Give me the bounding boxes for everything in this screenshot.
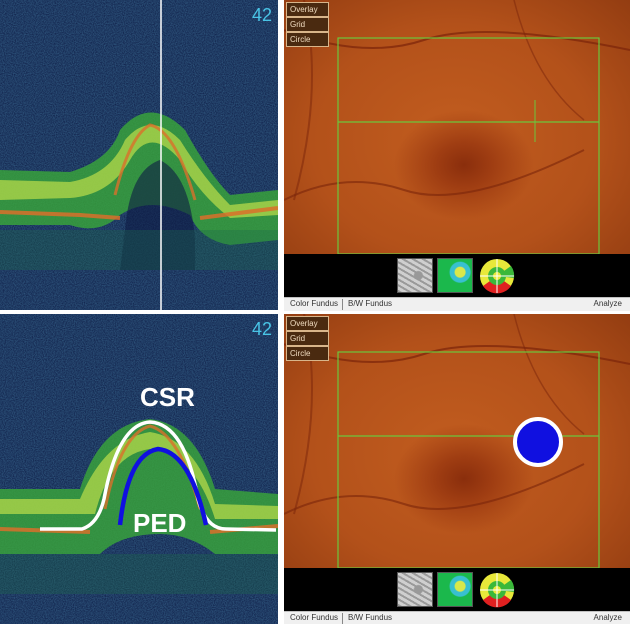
fundus-image-top[interactable] xyxy=(284,0,630,254)
scan-area-box xyxy=(337,37,600,254)
oct-image-top xyxy=(0,0,278,310)
tab-bw-fundus[interactable]: B/W Fundus xyxy=(348,299,392,308)
fundus-menu-top: Overlay Grid Circle xyxy=(286,2,329,47)
overlay-button[interactable]: Overlay xyxy=(286,2,329,17)
scan-area-box xyxy=(337,351,600,568)
fundus-image-bottom[interactable] xyxy=(284,314,630,568)
view-tabs-bottom: Color Fundus B/W Fundus Analyze xyxy=(284,611,630,624)
grid-button[interactable]: Grid xyxy=(286,331,329,346)
bw-fundus-thumbnail[interactable] xyxy=(397,572,433,607)
oct-scan-top: 42 xyxy=(0,0,278,310)
circle-button[interactable]: Circle xyxy=(286,32,329,47)
tab-color-fundus[interactable]: Color Fundus xyxy=(290,613,338,622)
fundus-menu-bottom: Overlay Grid Circle xyxy=(286,316,329,361)
fundus-panel-top: Overlay Grid Circle Color Fundus B/W Fun… xyxy=(284,0,630,311)
view-tabs-top: Color Fundus B/W Fundus Analyze xyxy=(284,297,630,311)
tab-separator xyxy=(342,613,343,624)
thickness-map-thumbnail[interactable] xyxy=(437,258,473,293)
grid-button[interactable]: Grid xyxy=(286,17,329,32)
thumbnail-strip-bottom xyxy=(284,568,630,611)
csr-label: CSR xyxy=(140,382,195,412)
bw-fundus-thumbnail[interactable] xyxy=(397,258,433,293)
tab-analyze[interactable]: Analyze xyxy=(594,299,622,308)
sector-chart-thumbnail[interactable] xyxy=(479,258,515,294)
oct-scan-bottom: 42 CSR PED xyxy=(0,314,278,624)
tab-color-fundus[interactable]: Color Fundus xyxy=(290,299,338,308)
fundus-panel-bottom: Overlay Grid Circle Color Fundus B/W Fun… xyxy=(284,314,630,624)
tab-bw-fundus[interactable]: B/W Fundus xyxy=(348,613,392,622)
oct-scan-number: 42 xyxy=(251,5,272,25)
overlay-button[interactable]: Overlay xyxy=(286,316,329,331)
thickness-map-thumbnail[interactable] xyxy=(437,572,473,607)
circle-button[interactable]: Circle xyxy=(286,346,329,361)
lesion-marker xyxy=(513,417,563,467)
sector-chart-thumbnail[interactable] xyxy=(479,572,515,608)
tab-analyze[interactable]: Analyze xyxy=(594,613,622,622)
tab-separator xyxy=(342,299,343,310)
ped-label: PED xyxy=(133,508,187,538)
thumbnail-strip-top xyxy=(284,254,630,297)
annotation-labels: CSR PED xyxy=(0,314,278,624)
